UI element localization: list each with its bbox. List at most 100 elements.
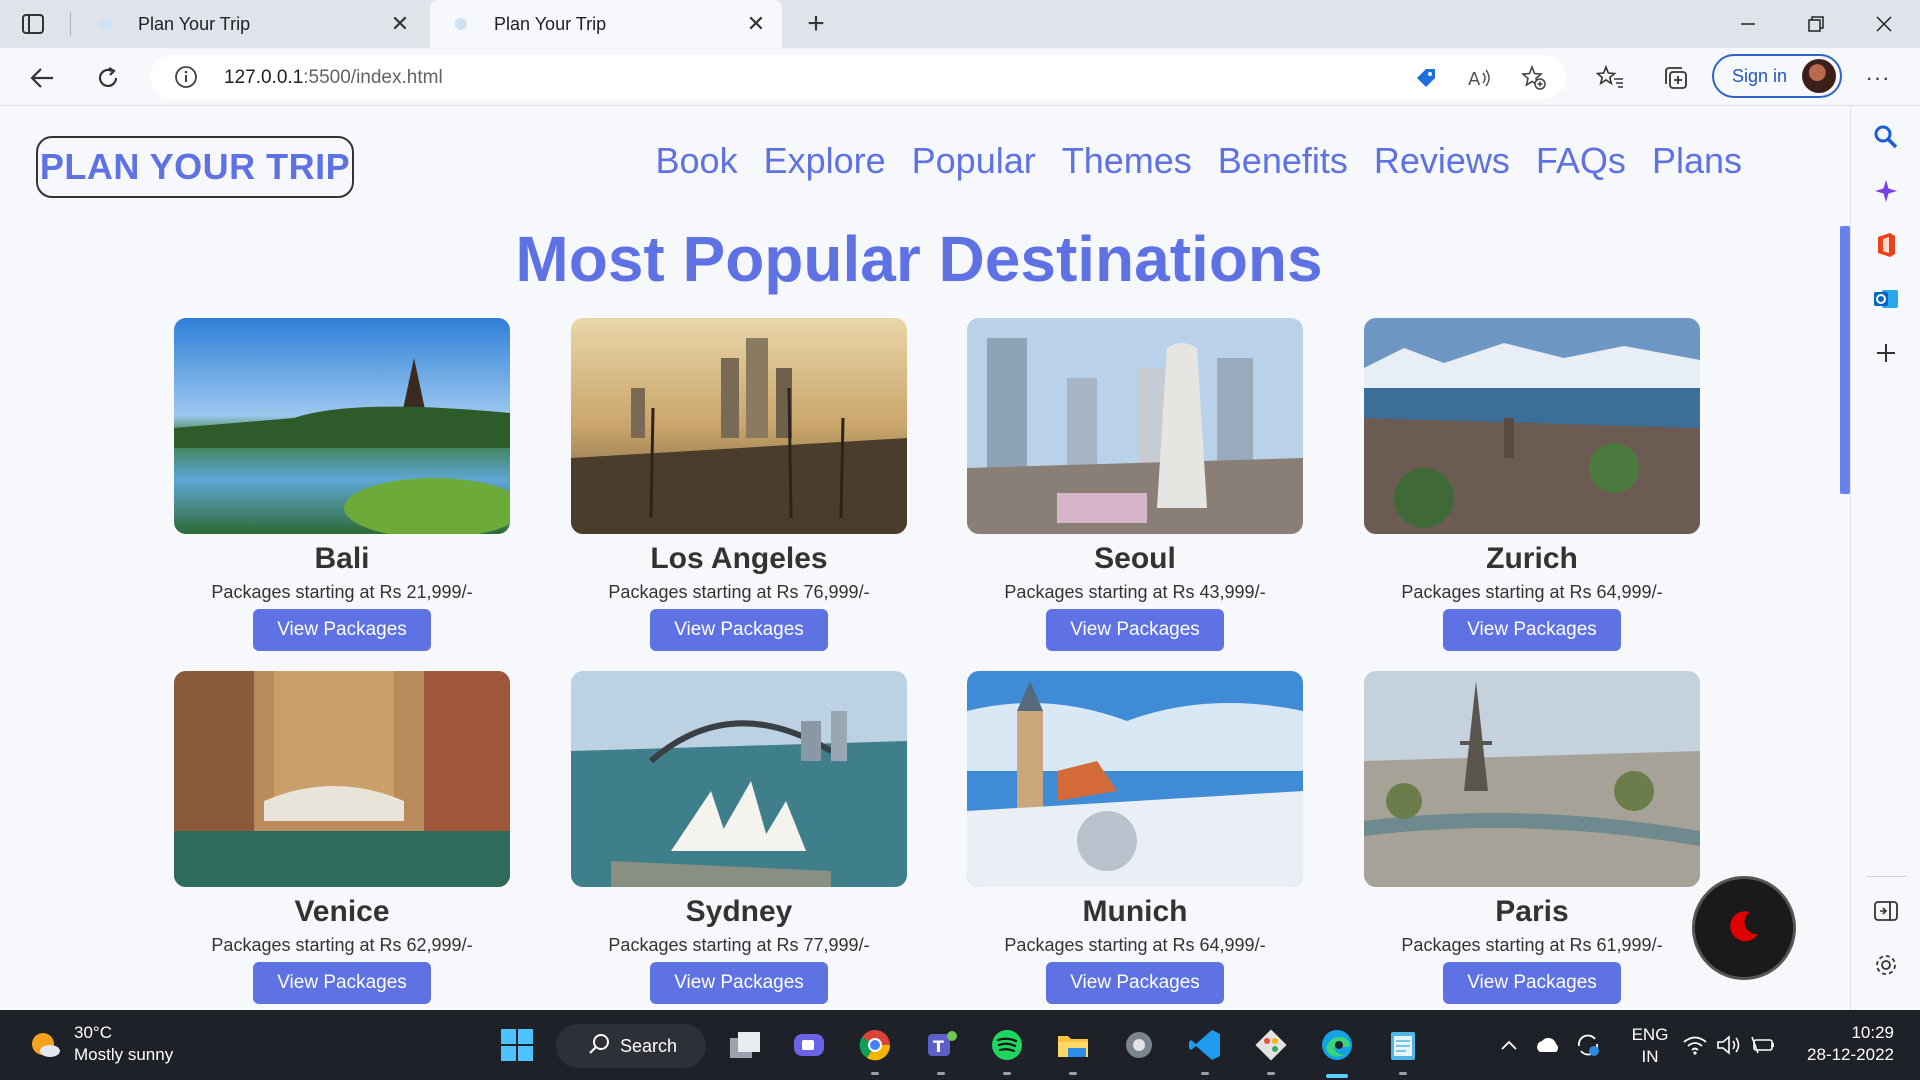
refresh-icon[interactable]	[90, 60, 126, 96]
hide-sidebar-icon[interactable]	[1871, 896, 1901, 926]
minimize-icon[interactable]	[1714, 0, 1782, 48]
site-logo[interactable]: PLAN YOUR TRIP	[36, 136, 354, 198]
running-indicator	[871, 1072, 879, 1075]
taskbar: 30°C Mostly sunny Search T ENG IN 10:29 …	[0, 1010, 1920, 1080]
language-indicator[interactable]: ENG IN	[1622, 1024, 1678, 1068]
chevron-up-icon[interactable]	[1494, 1024, 1524, 1066]
task-view-icon[interactable]	[724, 1024, 766, 1066]
add-icon[interactable]	[1871, 338, 1901, 368]
search-icon[interactable]	[1871, 122, 1901, 152]
zurich-photo	[1364, 318, 1700, 534]
tab-title: Plan Your Trip	[138, 13, 251, 34]
site-nav: Book Explore Popular Themes Benefits Rev…	[656, 140, 1742, 182]
add-favorite-icon[interactable]	[1520, 64, 1548, 92]
sync-icon[interactable]	[1570, 1024, 1606, 1066]
weather-widget[interactable]: 30°C Mostly sunny	[28, 1022, 173, 1066]
nav-themes[interactable]: Themes	[1062, 140, 1192, 182]
teams-icon[interactable]: T	[920, 1024, 962, 1066]
spotify-icon[interactable]	[986, 1024, 1028, 1066]
outlook-icon[interactable]	[1871, 284, 1901, 314]
venice-photo	[174, 671, 510, 887]
destination-price: Packages starting at Rs 77,999/-	[608, 935, 870, 955]
clock-time: 10:29	[1851, 1023, 1894, 1042]
tab-separator	[70, 12, 71, 36]
view-packages-button[interactable]: View Packages	[253, 962, 431, 1004]
system-clock[interactable]: 10:29 28-12-2022	[1800, 1022, 1894, 1066]
wifi-icon[interactable]	[1680, 1024, 1710, 1066]
restore-icon[interactable]	[1782, 0, 1850, 48]
moon-icon	[1724, 906, 1764, 951]
page-title: Most Popular Destinations	[515, 223, 1323, 295]
view-packages-button[interactable]: View Packages	[1046, 962, 1224, 1004]
file-explorer-icon[interactable]	[1052, 1024, 1094, 1066]
chat-icon[interactable]	[788, 1024, 830, 1066]
notepad-icon[interactable]	[1382, 1024, 1424, 1066]
taskbar-search[interactable]: Search	[556, 1024, 706, 1068]
windows-start-icon[interactable]	[496, 1024, 538, 1066]
address-bar[interactable]: 127.0.0.1:5500/index.html A	[150, 55, 1566, 99]
settings-gear-icon[interactable]	[1871, 950, 1901, 980]
nav-explore[interactable]: Explore	[764, 140, 886, 182]
collections-icon[interactable]	[1658, 60, 1694, 96]
lang-code: ENG	[1631, 1025, 1669, 1044]
destination-card: Seoul Packages starting at Rs 43,999/- V…	[967, 318, 1303, 658]
browser-tab-active[interactable]: Plan Your Trip ✕	[430, 0, 782, 48]
sign-in-button[interactable]: Sign in	[1712, 54, 1842, 98]
tab-title: Plan Your Trip	[494, 13, 607, 34]
back-icon[interactable]	[24, 60, 60, 96]
weather-desc: Mostly sunny	[74, 1045, 174, 1064]
nav-book[interactable]: Book	[656, 140, 738, 182]
tab-strip: Plan Your Trip ✕ Plan Your Trip ✕ +	[0, 0, 1920, 48]
sun-icon	[28, 1027, 62, 1061]
scrollbar-thumb[interactable]	[1840, 226, 1850, 494]
view-packages-button[interactable]: View Packages	[253, 609, 431, 651]
read-aloud-icon[interactable]: A	[1466, 64, 1494, 92]
destination-price: Packages starting at Rs 76,999/-	[608, 582, 870, 602]
edge-sidebar	[1850, 106, 1920, 1010]
coupon-tag-icon[interactable]	[1412, 64, 1440, 92]
destination-name: Munich	[1082, 895, 1188, 928]
favorites-icon[interactable]	[1592, 60, 1628, 96]
volume-icon[interactable]	[1714, 1024, 1744, 1066]
view-packages-button[interactable]: View Packages	[1046, 609, 1224, 651]
office-icon[interactable]	[1871, 230, 1901, 260]
destination-price: Packages starting at Rs 64,999/-	[1401, 582, 1663, 602]
running-indicator	[1069, 1072, 1077, 1075]
browser-tab[interactable]: Plan Your Trip ✕	[74, 0, 426, 48]
browser-toolbar: 127.0.0.1:5500/index.html A Sign in ···	[0, 48, 1920, 106]
view-packages-button[interactable]: View Packages	[1443, 609, 1621, 651]
destination-name: Zurich	[1486, 542, 1578, 575]
info-icon[interactable]	[174, 65, 198, 89]
copilot-sparkle-icon[interactable]	[1871, 176, 1901, 206]
tab-actions-icon[interactable]	[18, 10, 48, 38]
close-icon[interactable]: ✕	[386, 10, 414, 38]
nav-plans[interactable]: Plans	[1652, 140, 1742, 182]
globe-icon	[450, 13, 472, 35]
clock-date: 28-12-2022	[1807, 1045, 1894, 1064]
battery-icon[interactable]	[1748, 1024, 1778, 1066]
edge-icon[interactable]	[1316, 1024, 1358, 1066]
dark-mode-toggle[interactable]	[1692, 876, 1796, 980]
nav-faqs[interactable]: FAQs	[1536, 140, 1626, 182]
chrome-icon[interactable]	[854, 1024, 896, 1066]
seoul-photo	[967, 318, 1303, 534]
vscode-icon[interactable]	[1184, 1024, 1226, 1066]
nav-benefits[interactable]: Benefits	[1218, 140, 1348, 182]
nav-popular[interactable]: Popular	[912, 140, 1036, 182]
more-options-icon[interactable]: ···	[1862, 62, 1894, 94]
git-app-icon[interactable]	[1250, 1024, 1292, 1066]
destination-name: Sydney	[685, 895, 793, 928]
web-page: PLAN YOUR TRIP Book Explore Popular Them…	[0, 106, 1838, 1010]
destination-name: Seoul	[1094, 542, 1176, 575]
settings-icon[interactable]	[1118, 1024, 1160, 1066]
view-packages-button[interactable]: View Packages	[650, 962, 828, 1004]
nav-reviews[interactable]: Reviews	[1374, 140, 1510, 182]
window-close-icon[interactable]	[1850, 0, 1918, 48]
view-packages-button[interactable]: View Packages	[1443, 962, 1621, 1004]
close-icon[interactable]: ✕	[742, 10, 770, 38]
new-tab-icon[interactable]: +	[800, 7, 832, 40]
view-packages-button[interactable]: View Packages	[650, 609, 828, 651]
sydney-photo	[571, 671, 907, 887]
search-label: Search	[620, 1035, 678, 1056]
onedrive-cloud-icon[interactable]	[1530, 1024, 1566, 1066]
